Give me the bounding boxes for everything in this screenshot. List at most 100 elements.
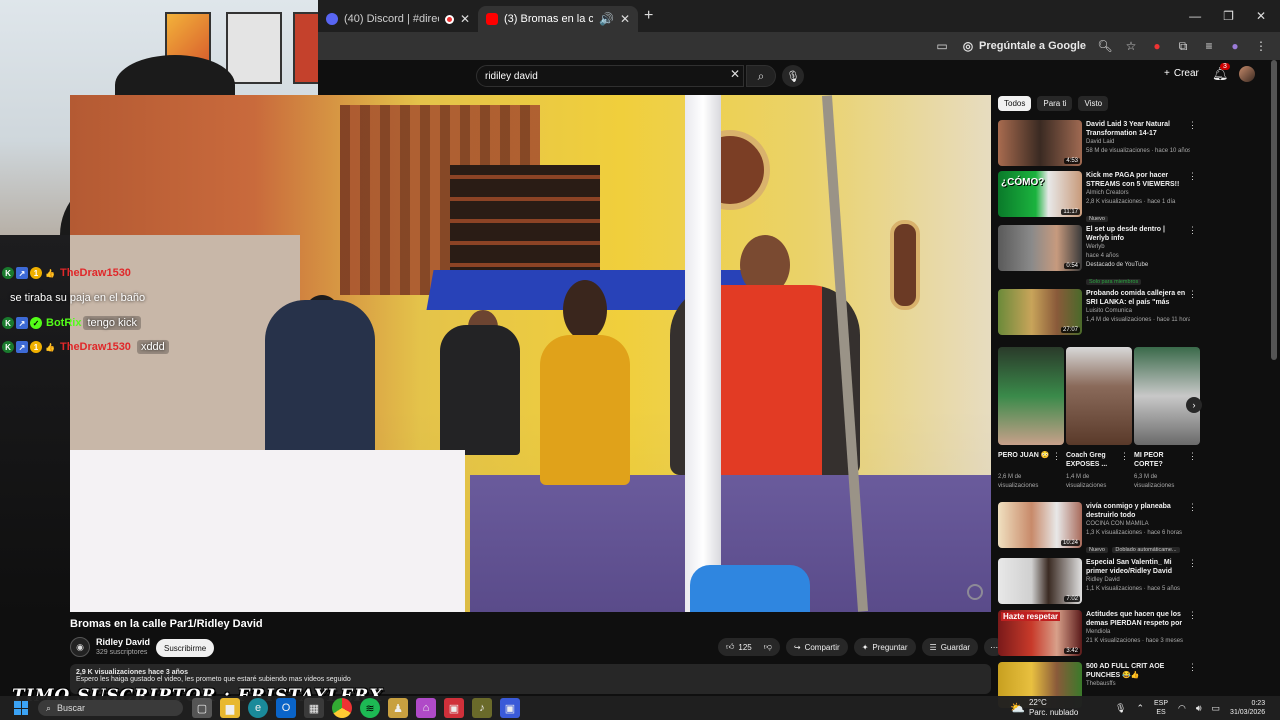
short-thumbnail[interactable] <box>1066 347 1132 445</box>
menu-kebab-icon[interactable]: ⋮ <box>1052 451 1061 462</box>
recommended-video[interactable]: 4:53 David Laid 3 Year Natural Transform… <box>998 120 1203 168</box>
video-thumbnail: 4:53 <box>998 120 1082 166</box>
language-indicator[interactable]: ESP ES <box>1154 699 1168 717</box>
app-icon[interactable]: ▣ <box>444 698 464 718</box>
tab-discord[interactable]: (40) Discord | #directos-gen ✕ <box>318 6 478 32</box>
short-thumbnail[interactable] <box>998 347 1064 445</box>
recommended-video[interactable]: Hazte respetar 3:42 Actitudes que hacen … <box>998 610 1203 658</box>
search-icon: ⌕ <box>757 68 765 83</box>
subscribe-button[interactable]: Suscribirme <box>156 639 215 657</box>
search-input[interactable]: ridiley david <box>476 65 744 87</box>
menu-kebab-icon[interactable]: ⋮ <box>1188 171 1197 182</box>
chip-watched[interactable]: Visto <box>1078 96 1109 111</box>
battery-icon[interactable]: ▭ <box>1212 703 1221 714</box>
new-tab-button[interactable]: + <box>644 7 653 25</box>
menu-kebab-icon[interactable]: ⋮ <box>1188 558 1197 569</box>
mic-icon[interactable]: 🎙︎ <box>1115 703 1126 714</box>
profile-icon[interactable]: ● <box>1228 39 1242 53</box>
chat-line: K ↗ ✓ BotRix tengo kick <box>2 316 141 330</box>
app-icon[interactable]: ▣ <box>500 698 520 718</box>
scene-window <box>450 165 600 285</box>
menu-kebab-icon[interactable]: ⋮ <box>1188 225 1197 236</box>
short-title[interactable]: MI PEOR CORTE? <box>1134 451 1190 469</box>
channel-name[interactable]: Ridley David <box>96 637 150 647</box>
spotify-icon[interactable]: ≋ <box>360 698 380 718</box>
app-icon[interactable]: ⌂ <box>416 698 436 718</box>
outlook-icon[interactable]: O <box>276 698 296 718</box>
poster-image <box>293 12 318 84</box>
menu-kebab-icon[interactable]: ⋮ <box>1120 451 1129 462</box>
short-title[interactable]: PERO JUAN 😳 <box>998 451 1054 460</box>
menu-kebab-icon[interactable]: ⋮ <box>1188 289 1197 300</box>
weather-widget[interactable]: ⛅ 22°C Parc. nublado <box>1010 698 1078 718</box>
like-dislike-button[interactable]: 👍︎ 125 👎︎ <box>718 638 780 656</box>
thumb-text: ¿CÓMO? <box>1001 177 1045 188</box>
playlist-add-icon: ☰ <box>929 642 937 652</box>
recommended-video[interactable]: ¿CÓMO? 11:17 Kick me PAGA por hacer STRE… <box>998 171 1203 222</box>
badge-icon: ↗ <box>16 267 28 279</box>
recommended-video[interactable]: 0:54 El set up desde dentro | Werlyb inf… <box>998 225 1203 285</box>
channel-avatar[interactable]: ◉ <box>70 637 90 657</box>
page-scrollbar[interactable] <box>1271 60 1277 360</box>
screen: (40) Discord | #directos-gen ✕ (3) Broma… <box>0 0 1280 720</box>
scene-white-board <box>70 450 465 612</box>
close-tab-icon[interactable]: ✕ <box>460 12 470 26</box>
search-button[interactable]: ⌕ <box>746 65 776 87</box>
ask-google-button[interactable]: ◎ Pregúntale a Google <box>961 39 1086 53</box>
short-thumbnail[interactable] <box>1134 347 1200 445</box>
recommended-video[interactable]: 27:07 Probando comida callejera en SRI L… <box>998 289 1203 337</box>
menu-kebab-icon[interactable]: ⋮ <box>1254 39 1268 53</box>
app-icon[interactable]: ♟ <box>388 698 408 718</box>
short-title[interactable]: Coach Greg EXPOSES ... <box>1066 451 1122 469</box>
extension-red-icon[interactable]: ● <box>1150 39 1164 53</box>
new-badge: Nuevo <box>1086 216 1108 222</box>
chevron-right-icon[interactable]: › <box>1186 397 1202 413</box>
recommended-video[interactable]: 7:02 Especial San Valentin_ Mi primer vi… <box>998 558 1203 606</box>
tab-youtube[interactable]: (3) Bromas en la calle Par1/ 🔊 ✕ <box>478 6 638 32</box>
menu-kebab-icon[interactable]: ⋮ <box>1188 451 1197 462</box>
chip-for-you[interactable]: Para ti <box>1037 96 1073 111</box>
menu-kebab-icon[interactable]: ⋮ <box>1188 662 1197 673</box>
duration: 0:54 <box>1064 263 1080 269</box>
audio-icon[interactable]: 🔊 <box>599 12 614 26</box>
volume-icon[interactable]: 🔊︎ <box>1196 703 1202 714</box>
task-view-icon[interactable]: ▢ <box>192 698 212 718</box>
file-explorer-icon[interactable]: ▆ <box>220 698 240 718</box>
taskbar-search[interactable]: ⌕ Buscar <box>38 700 183 716</box>
menu-kebab-icon[interactable]: ⋮ <box>1188 120 1197 131</box>
media-icon[interactable]: ≡ <box>1202 39 1216 53</box>
video-info: 500 AD FULL CRIT AOE PUNCHES 😂👍 Thebausf… <box>1086 662 1190 689</box>
restore-icon[interactable]: ❐ <box>1223 9 1234 23</box>
ask-button[interactable]: ✦ Preguntar <box>853 638 916 656</box>
store-icon[interactable]: ▦ <box>304 698 324 718</box>
wifi-icon[interactable]: ◠ <box>1178 703 1186 714</box>
close-icon[interactable]: ✕ <box>1256 9 1266 23</box>
share-button[interactable]: ↪ Compartir <box>785 638 848 656</box>
menu-kebab-icon[interactable]: ⋮ <box>1188 502 1197 513</box>
video-player[interactable] <box>70 95 991 612</box>
clear-search-icon[interactable]: ✕ <box>730 67 740 81</box>
menu-kebab-icon[interactable]: ⋮ <box>1188 610 1197 621</box>
bookmark-star-icon[interactable]: ☆ <box>1124 39 1138 53</box>
app-icon[interactable]: ♪ <box>472 698 492 718</box>
clock[interactable]: 0:23 31/03/2026 <box>1230 699 1265 717</box>
voice-search-button[interactable]: 🎙︎ <box>782 65 804 87</box>
extensions-icon[interactable]: ⧉ <box>1176 39 1190 53</box>
edge-icon[interactable]: e <box>248 698 268 718</box>
chip-all[interactable]: Todos <box>998 96 1032 111</box>
recommended-video[interactable]: 10:24 vivía conmigo y planeaba destruirl… <box>998 502 1203 553</box>
minimize-icon[interactable]: — <box>1189 9 1201 23</box>
create-button[interactable]: + Crear <box>1164 68 1199 79</box>
windows-start-icon[interactable] <box>14 701 28 715</box>
cast-icon[interactable]: ▭ <box>935 39 949 53</box>
scene-person <box>440 325 520 455</box>
channel-watermark-icon[interactable] <box>967 584 983 600</box>
poster-image <box>226 12 282 84</box>
close-tab-icon[interactable]: ✕ <box>620 12 630 26</box>
show-hidden-icon[interactable]: ⌃ <box>1136 703 1144 714</box>
chrome-icon[interactable] <box>332 698 352 718</box>
save-button[interactable]: ☰ Guardar <box>921 638 979 656</box>
create-label: Crear <box>1173 68 1199 79</box>
account-avatar[interactable] <box>1239 66 1255 82</box>
zoom-icon[interactable]: 🔍︎ <box>1097 39 1112 53</box>
